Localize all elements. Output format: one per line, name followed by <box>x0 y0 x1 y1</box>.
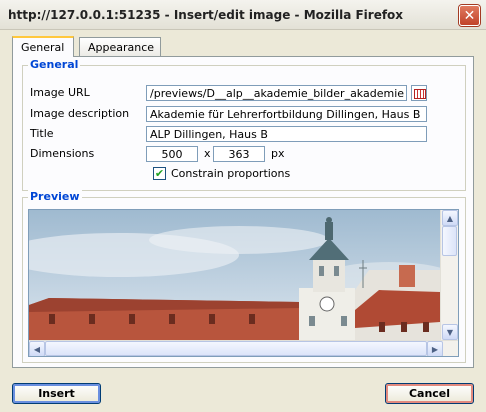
general-fieldset: General Image URL /previews/D__alp__akad… <box>22 58 466 191</box>
browse-button[interactable] <box>411 85 427 101</box>
preview-legend: Preview <box>28 190 82 203</box>
checkmark-icon: ✔ <box>154 167 165 180</box>
title-bar: http://127.0.0.1:51235 - Insert/edit ima… <box>0 0 486 30</box>
image-description-input[interactable]: Akademie für Lehrerfortbildung Dillingen… <box>146 106 427 122</box>
width-input[interactable]: 500 <box>146 146 198 162</box>
image-url-input[interactable]: /previews/D__alp__akademie_bilder_akadem… <box>146 85 407 101</box>
tab-appearance[interactable]: Appearance <box>79 37 161 56</box>
close-icon: ✕ <box>463 7 476 24</box>
browse-icon <box>414 89 426 99</box>
cancel-button[interactable]: Cancel <box>385 383 474 404</box>
tab-panel: General Image URL /previews/D__alp__akad… <box>12 56 474 368</box>
insert-button[interactable]: Insert <box>12 383 101 404</box>
constrain-checkbox[interactable]: ✔ <box>153 167 166 180</box>
image-description-label: Image description <box>30 107 130 120</box>
horizontal-scroll-thumb[interactable] <box>45 341 427 356</box>
constrain-label[interactable]: Constrain proportions <box>171 167 290 180</box>
scroll-right-button[interactable]: ▶ <box>427 341 443 356</box>
dimensions-label: Dimensions <box>30 147 95 160</box>
preview-image <box>29 210 440 340</box>
vertical-scroll-thumb[interactable] <box>442 226 457 256</box>
window-title: http://127.0.0.1:51235 - Insert/edit ima… <box>8 8 404 22</box>
title-input[interactable]: ALP Dillingen, Haus B <box>146 126 427 142</box>
preview-frame: ▲ ▼ ◀ ▶ <box>28 209 459 357</box>
height-input[interactable]: 363 <box>213 146 265 162</box>
title-label: Title <box>30 127 54 140</box>
horizontal-scrollbar[interactable]: ◀ ▶ <box>29 340 458 356</box>
general-legend: General <box>28 58 81 71</box>
scroll-left-button[interactable]: ◀ <box>29 341 45 356</box>
scroll-down-button[interactable]: ▼ <box>442 324 458 340</box>
close-button[interactable]: ✕ <box>459 5 480 26</box>
dimensions-separator: x <box>204 147 211 160</box>
image-url-label: Image URL <box>30 86 90 99</box>
vertical-scrollbar[interactable]: ▲ ▼ <box>440 210 458 340</box>
scroll-up-button[interactable]: ▲ <box>442 210 458 226</box>
tab-general[interactable]: General <box>12 36 74 57</box>
dimensions-unit: px <box>271 147 285 160</box>
preview-fieldset: Preview ▲ ▼ ◀ ▶ <box>22 190 466 363</box>
